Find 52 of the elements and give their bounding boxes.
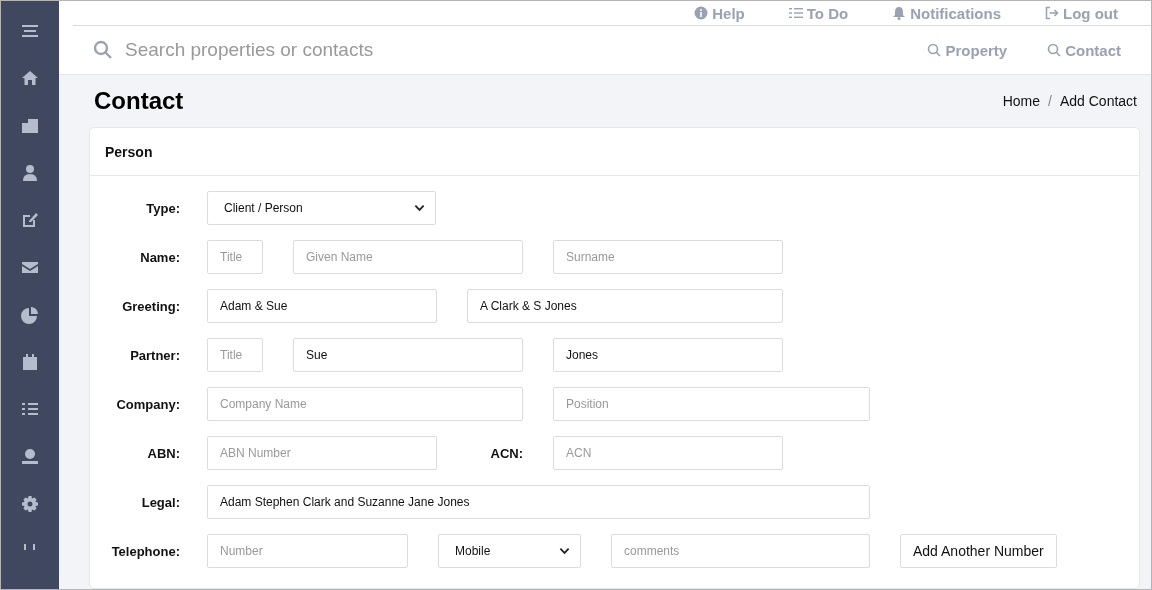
field-label: ACN: bbox=[489, 445, 523, 461]
field-label: Company: bbox=[115, 396, 180, 412]
breadcrumb-separator: / bbox=[1048, 93, 1052, 109]
field-label: Name: bbox=[139, 249, 180, 265]
building-icon[interactable] bbox=[21, 116, 39, 135]
input-field[interactable]: Surname bbox=[553, 240, 783, 274]
field-label: Telephone: bbox=[110, 543, 180, 559]
add-number-button[interactable]: Add Another Number bbox=[900, 534, 1057, 568]
field-label: ABN: bbox=[146, 445, 180, 461]
input-field[interactable]: ACN bbox=[553, 436, 783, 470]
field-label: Partner: bbox=[129, 347, 180, 363]
logout-icon bbox=[1045, 6, 1059, 20]
input-field[interactable]: Title bbox=[207, 338, 263, 372]
money-icon[interactable] bbox=[21, 447, 39, 466]
page-title: Contact bbox=[94, 87, 184, 115]
input-field[interactable]: Jones bbox=[553, 338, 783, 372]
caret-icon bbox=[559, 547, 570, 555]
input-field[interactable]: Company Name bbox=[207, 387, 523, 421]
breadcrumb-current: Add Contact bbox=[1059, 93, 1137, 109]
home-icon[interactable] bbox=[21, 69, 39, 88]
breadcrumb-link[interactable]: Home bbox=[1002, 93, 1041, 109]
pie-chart-icon[interactable] bbox=[21, 305, 39, 324]
input-field[interactable]: Title bbox=[207, 240, 263, 274]
card-title: Person bbox=[105, 143, 153, 160]
input-field[interactable]: Given Name bbox=[293, 240, 523, 274]
menu-icon[interactable] bbox=[21, 22, 39, 40]
input-field[interactable]: Position bbox=[553, 387, 870, 421]
field-label: Greeting: bbox=[121, 298, 180, 314]
dropdown[interactable]: Client / Person bbox=[207, 191, 436, 225]
search-icon bbox=[927, 43, 942, 57]
dropdown[interactable]: Mobile bbox=[438, 534, 581, 568]
search-icon bbox=[1047, 43, 1062, 57]
bell-icon bbox=[892, 6, 907, 20]
field-label: Type: bbox=[145, 200, 180, 216]
info-icon bbox=[694, 6, 709, 20]
input-field[interactable]: Adam & Sue bbox=[207, 289, 437, 323]
settings-icon[interactable] bbox=[21, 494, 39, 513]
user-icon[interactable] bbox=[21, 163, 39, 182]
field-label: Legal: bbox=[140, 494, 180, 510]
input-field[interactable]: Sue bbox=[293, 338, 523, 372]
input-field[interactable]: Number bbox=[207, 534, 408, 568]
checklist-icon[interactable] bbox=[21, 400, 39, 418]
caret-icon bbox=[414, 204, 425, 212]
search-field[interactable]: Search properties or contacts bbox=[125, 39, 525, 61]
checklist-icon bbox=[788, 6, 803, 20]
calendar-icon[interactable] bbox=[21, 352, 39, 371]
input-field[interactable]: ABN Number bbox=[207, 436, 437, 470]
search-icon bbox=[93, 40, 113, 60]
input-field[interactable]: comments bbox=[611, 534, 870, 568]
edit-icon[interactable] bbox=[21, 211, 39, 229]
input-field[interactable]: A Clark & S Jones bbox=[467, 289, 783, 323]
input-field[interactable]: Adam Stephen Clark and Suzanne Jane Jones bbox=[207, 485, 870, 519]
